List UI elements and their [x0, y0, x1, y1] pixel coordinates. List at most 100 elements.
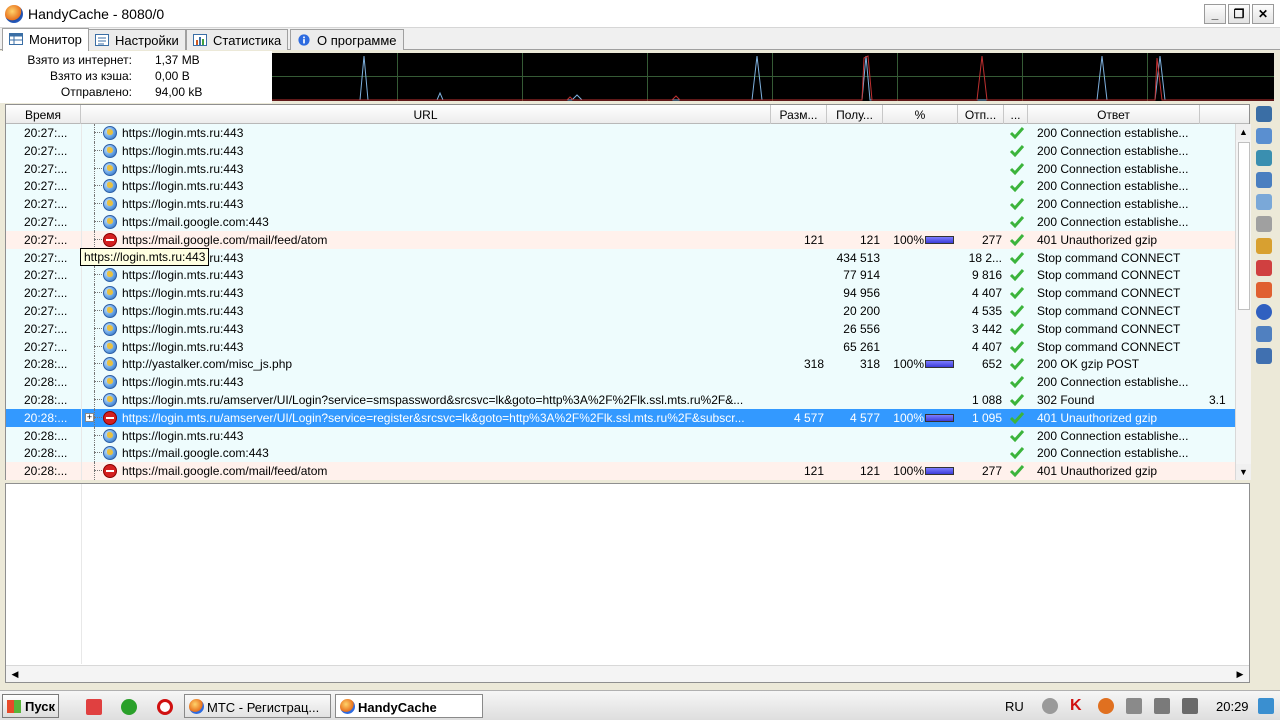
cell-sent: 652: [981, 357, 1002, 372]
add-list-icon[interactable]: [1256, 150, 1272, 166]
filter-icon[interactable]: [1256, 216, 1272, 232]
scroll-down-button[interactable]: ▼: [1236, 464, 1251, 480]
tree-connector: [94, 327, 102, 329]
quicklaunch-opera-icon[interactable]: [157, 699, 173, 715]
scroll-up-button[interactable]: ▲: [1236, 124, 1251, 140]
network-icon[interactable]: [1042, 698, 1058, 714]
table-row[interactable]: 20:27:... https://login.mts.ru:443 200 Con…: [6, 124, 1235, 142]
copy-icon[interactable]: [1256, 326, 1272, 342]
table-row[interactable]: 20:28:... + https://login.mts.ru/amserver/…: [6, 408, 1235, 427]
scroll-thumb[interactable]: [1238, 142, 1250, 310]
minimize-button[interactable]: _: [1204, 4, 1226, 24]
show-desktop-icon[interactable]: [1258, 698, 1274, 714]
globe-icon: [103, 215, 117, 229]
column-header-size[interactable]: Разм...: [771, 105, 827, 124]
expand-toggle[interactable]: +: [85, 412, 94, 422]
table-row[interactable]: 20:27:... https://login.mts.ru:443 77 914 9…: [6, 266, 1235, 285]
cell-time: 20:27:...: [24, 250, 68, 265]
table-row[interactable]: 20:27:... https://login.mts.ru:443 200 Con…: [6, 159, 1235, 178]
check-icon: [1009, 465, 1025, 478]
trash-icon[interactable]: [1256, 348, 1272, 364]
start-button[interactable]: Пуск: [2, 694, 59, 718]
tree-connector: [94, 470, 102, 472]
globe-icon: [103, 179, 117, 194]
cell-response: 200 Connection establishe...: [1037, 428, 1189, 443]
table-row[interactable]: 20:28:... https://login.mts.ru/amserver/U…: [6, 391, 1235, 409]
volume-icon[interactable]: [1182, 698, 1198, 714]
scroll-left-button[interactable]: ◀: [8, 667, 22, 681]
table-row[interactable]: 20:27:... https://login.mts.ru:443 200 Con…: [6, 195, 1235, 214]
close-button[interactable]: ✕: [1252, 4, 1274, 24]
table-row[interactable]: 20:27:... https://login.mts.ru:443 65 261 4…: [6, 337, 1235, 356]
tab-label: Монитор: [29, 32, 82, 47]
cell-url: https://login.mts.ru/amserver/UI/Login?s…: [122, 393, 744, 407]
brush-icon[interactable]: [1256, 238, 1272, 254]
progress-bar: [925, 413, 954, 422]
globe-icon: [103, 126, 117, 140]
list-settings-icon[interactable]: [1256, 172, 1272, 188]
stop-icon: [103, 232, 117, 247]
vertical-scrollbar[interactable]: ▲ ▼: [1235, 124, 1251, 480]
details-view-icon[interactable]: [1256, 128, 1272, 144]
table-row[interactable]: 20:27:... https://login.mts.ru:443 200 Con…: [6, 177, 1235, 196]
progress-bar: [925, 467, 954, 476]
column-header-status[interactable]: ...: [1004, 105, 1028, 124]
cell-sent: 9 816: [971, 268, 1002, 283]
quicklaunch-document-icon[interactable]: [86, 699, 102, 715]
handycache-tray-icon[interactable]: [1098, 698, 1114, 714]
stat-label-internet: Взято из интернет:: [27, 53, 132, 67]
globe-icon: [103, 161, 117, 176]
table-row[interactable]: 20:27:... https://mail.google.com:443 200 …: [6, 213, 1235, 231]
globe-icon: [103, 143, 117, 158]
horizontal-scrollbar[interactable]: ◀ ▶: [6, 665, 1249, 682]
block-icon[interactable]: [1256, 260, 1272, 276]
column-header-time[interactable]: Время: [6, 105, 81, 124]
column-header-received[interactable]: Полу...: [827, 105, 883, 124]
table-row[interactable]: 20:27:... https://login.mts.ru:443 20 200 4…: [6, 302, 1235, 320]
cache-icon[interactable]: [1256, 282, 1272, 298]
cell-time: 20:27:...: [24, 321, 68, 336]
table-row[interactable]: 20:28:... https://login.mts.ru:443 200 Con…: [6, 426, 1235, 445]
table-row[interactable]: 20:28:... https://mail.google.com/mail/fe…: [6, 462, 1235, 480]
quicklaunch-utorrent-icon[interactable]: [121, 699, 137, 715]
table-row[interactable]: 20:27:... https://login.mts.ru:443 94 956 4…: [6, 284, 1235, 303]
taskbar: Пуск МТС - Регистрац... HandyCache RU K …: [0, 690, 1280, 720]
language-indicator[interactable]: RU: [1005, 699, 1024, 714]
tab-statistics[interactable]: Статистика: [186, 29, 289, 50]
column-header-response[interactable]: Ответ: [1028, 105, 1200, 124]
start-label: Пуск: [25, 699, 55, 714]
tab-about[interactable]: О программе: [290, 29, 404, 50]
cell-time: 20:27:...: [24, 286, 68, 301]
table-row[interactable]: 20:27:... https://login.mts.ru:443 200 Con…: [6, 141, 1235, 160]
column-header-extra[interactable]: [1200, 105, 1251, 124]
tab-settings[interactable]: Настройки: [88, 29, 186, 50]
table-row[interactable]: 20:27:... https://mail.google.com/mail/fe…: [6, 230, 1235, 249]
cell-url: https://login.mts.ru:443: [122, 143, 244, 158]
maximize-button[interactable]: ❐: [1228, 4, 1250, 24]
table-row[interactable]: 20:27:... https://login.mts.ru:443 26 556 3…: [6, 319, 1235, 338]
column-header-url[interactable]: URL: [81, 105, 771, 124]
table-row[interactable]: 20:28:... https://login.mts.ru:443 200 Con…: [6, 373, 1235, 392]
cell-url: https://mail.google.com/mail/feed/atom: [122, 232, 328, 247]
check-icon: [1009, 216, 1025, 229]
progress-bar: [925, 235, 954, 244]
tab-monitor[interactable]: Монитор: [2, 28, 89, 51]
table-row[interactable]: 20:28:... https://mail.google.com:443 200 …: [6, 444, 1235, 463]
kaspersky-icon[interactable]: K: [1070, 698, 1086, 714]
globe-icon: [103, 446, 117, 461]
scroll-right-button[interactable]: ▶: [1233, 667, 1247, 681]
usb-icon[interactable]: [1154, 698, 1170, 714]
task-mts-browser[interactable]: МТС - Регистрац...: [184, 694, 331, 718]
tree-connector: [94, 337, 95, 356]
column-header-sent[interactable]: Отп...: [958, 105, 1004, 124]
cell-response: 401 Unauthorized gzip: [1037, 464, 1158, 479]
list-view-icon[interactable]: [1256, 106, 1272, 122]
task-handycache[interactable]: HandyCache: [335, 694, 483, 718]
search-icon[interactable]: [1256, 194, 1272, 210]
globe-icon[interactable]: [1256, 304, 1272, 320]
tree-connector: [94, 399, 102, 400]
table-row[interactable]: 20:28:... http://yastalker.com/misc_js.ph…: [6, 355, 1235, 374]
cell-sent: 277: [981, 232, 1002, 247]
column-header-percent[interactable]: %: [883, 105, 958, 124]
device-icon[interactable]: [1126, 698, 1142, 714]
